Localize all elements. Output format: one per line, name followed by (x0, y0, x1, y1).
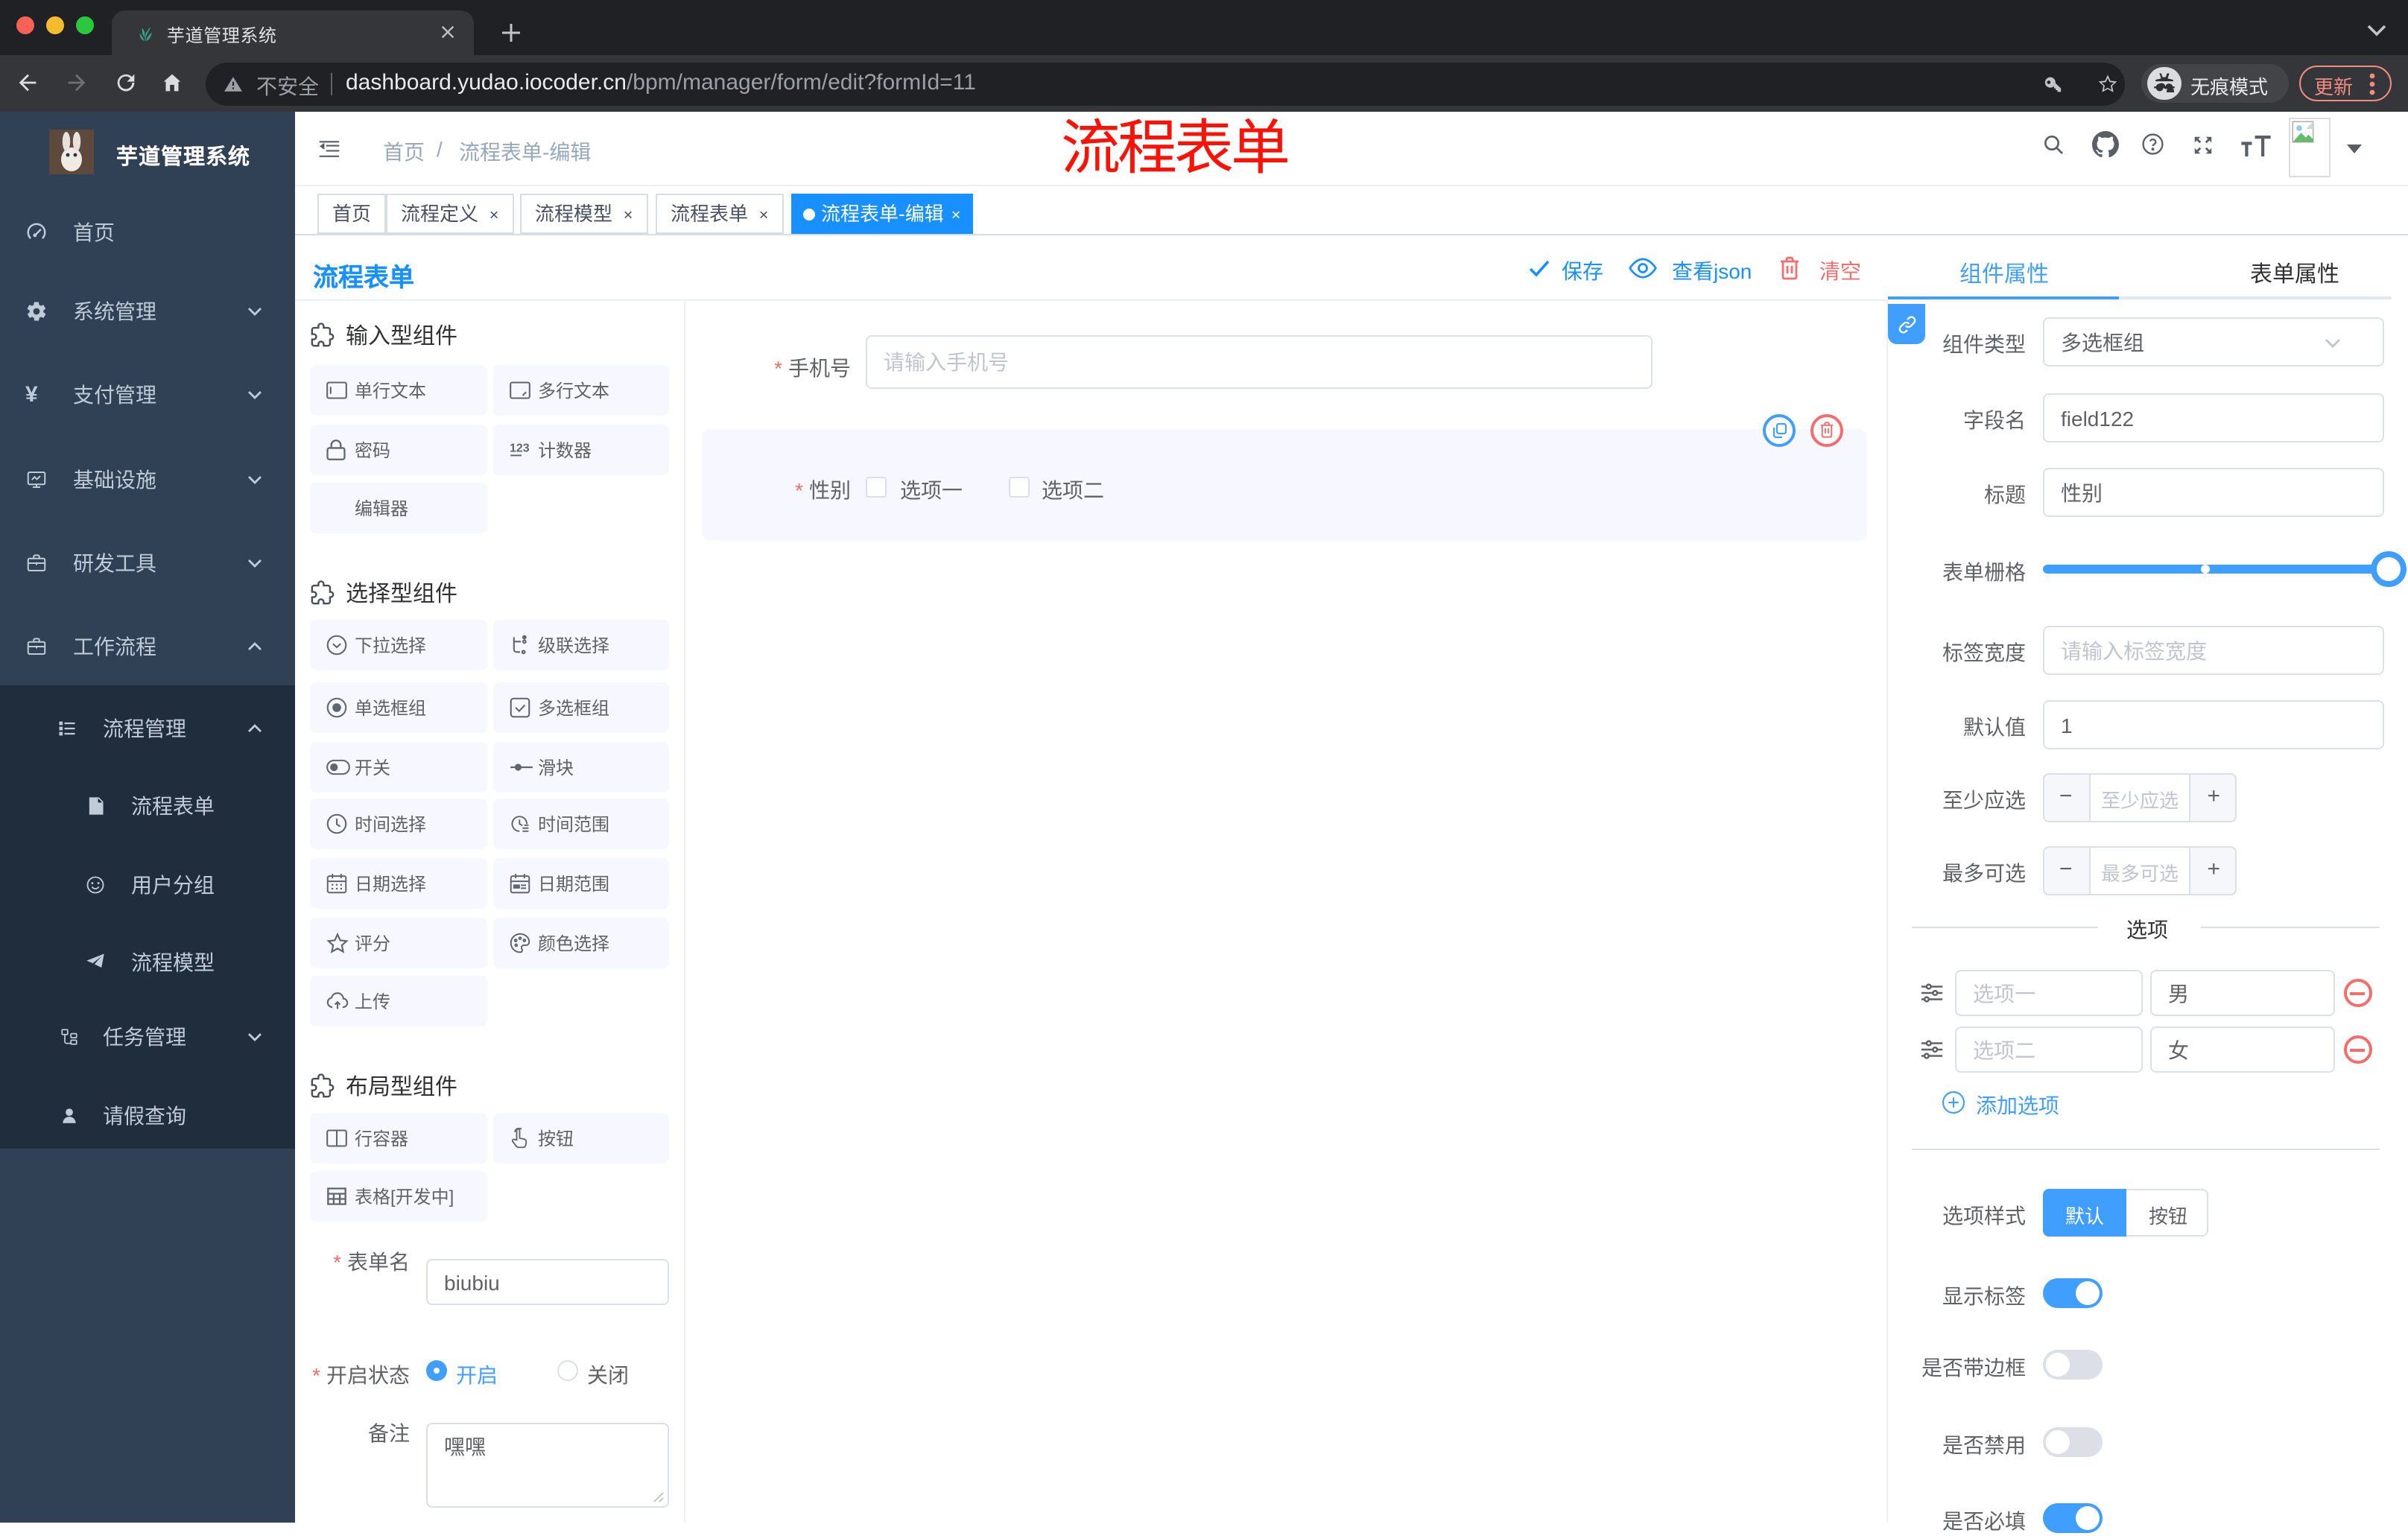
svg-text:123: 123 (510, 442, 530, 454)
